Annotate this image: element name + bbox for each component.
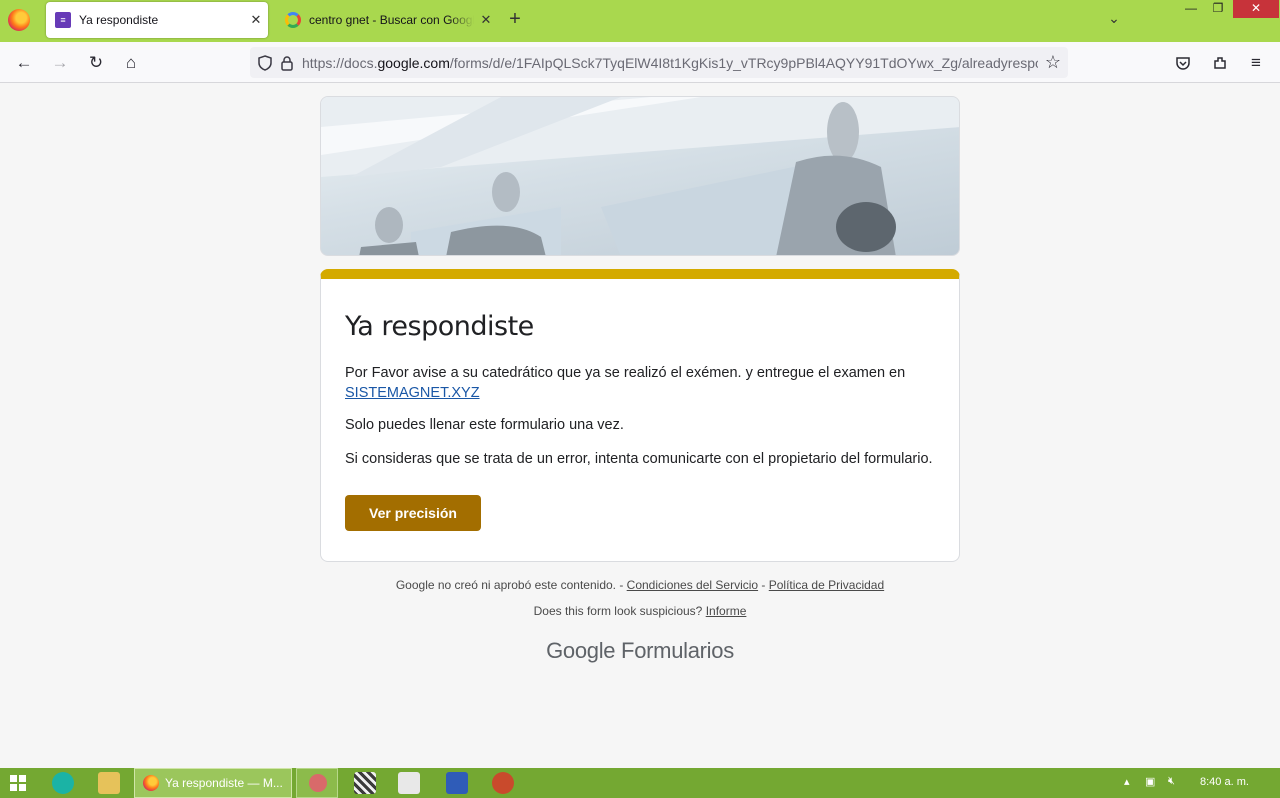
start-button-icon[interactable] (10, 775, 26, 791)
form-title: Ya respondiste (345, 311, 534, 342)
url-bar[interactable]: https://docs.google.com/forms/d/e/1FAIpQ… (250, 47, 1068, 78)
confirmation-message: Por Favor avise a su catedrático que ya … (345, 363, 945, 403)
app-globe-icon[interactable] (52, 772, 74, 794)
url-text[interactable]: https://docs.google.com/forms/d/e/1FAIpQ… (302, 55, 1038, 71)
taskbar-task-label: Ya respondiste — M... (165, 776, 283, 790)
error-contact-notice: Si consideras que se trata de un error, … (345, 451, 933, 467)
app-icon (309, 774, 327, 792)
tab-ya-respondiste[interactable]: ≡ Ya respondiste ✕ (46, 2, 268, 38)
privacy-policy-link[interactable]: Política de Privacidad (769, 578, 884, 592)
reload-icon[interactable]: ↻ (83, 50, 109, 76)
pen-app-icon[interactable] (492, 772, 514, 794)
google-wordmark: Google (546, 638, 616, 663)
sistemagnet-link[interactable]: SISTEMAGNET.XYZ (345, 385, 480, 401)
minimize-window-icon[interactable]: — (1180, 0, 1202, 18)
network-icon[interactable]: ▣ (1145, 775, 1155, 788)
settings-app-icon[interactable] (398, 772, 420, 794)
clock[interactable]: 8:40 a. m. (1200, 776, 1249, 788)
browser-tab-strip: ≡ Ya respondiste ✕ centro gnet - Buscar … (0, 0, 1280, 42)
once-only-notice: Solo puedes llenar este formulario una v… (345, 417, 624, 433)
close-tab-icon[interactable]: ✕ (244, 12, 268, 28)
file-explorer-icon[interactable] (98, 772, 120, 794)
footer-report: Does this form look suspicious? Informe (0, 604, 1280, 618)
navigation-bar: ← → ↻ ⌂ https://docs.google.com/forms/d/… (0, 42, 1280, 83)
response-card: Ya respondiste Por Favor avise a su cate… (320, 269, 960, 562)
tab-title: Ya respondiste (79, 13, 159, 27)
google-icon (285, 12, 301, 28)
chess-app-icon[interactable] (354, 772, 376, 794)
page-content: Ya respondiste Por Favor avise a su cate… (0, 84, 1280, 768)
forms-wordmark: Formularios (615, 638, 734, 663)
tab-centro-gnet[interactable]: centro gnet - Buscar con Google ✕ (276, 2, 498, 38)
new-tab-icon[interactable]: + (504, 8, 526, 32)
google-forms-icon: ≡ (55, 12, 71, 28)
form-header-image (320, 96, 960, 256)
close-window-icon[interactable]: ✕ (1233, 0, 1279, 18)
windows-taskbar: Ya respondiste — M... ▴ ▣ 🔇︎ 8:40 a. m. (0, 768, 1280, 798)
back-icon[interactable]: ← (11, 50, 37, 76)
footer-separator: - (758, 578, 769, 592)
report-link[interactable]: Informe (706, 604, 747, 618)
tracking-protection-shield-icon[interactable] (254, 52, 276, 74)
firefox-icon (143, 775, 159, 791)
home-icon[interactable]: ⌂ (118, 50, 144, 76)
url-path: /forms/d/e/1FAIpQLSck7TyqElW4I8t1KgKis1y… (449, 54, 1038, 71)
volume-muted-icon[interactable]: 🔇︎ (1168, 775, 1175, 788)
terms-of-service-link[interactable]: Condiciones del Servicio (627, 578, 758, 592)
pocket-icon[interactable] (1170, 50, 1196, 76)
menu-hamburger-icon[interactable]: ≡ (1243, 50, 1269, 76)
view-score-button[interactable]: Ver precisión (345, 495, 481, 531)
extensions-icon[interactable] (1207, 50, 1233, 76)
taskbar-firefox-window[interactable]: Ya respondiste — M... (134, 768, 292, 798)
disclaimer-text: Google no creó ni aprobó este contenido.… (395, 578, 627, 592)
firefox-icon[interactable] (8, 9, 30, 31)
taskbar-pinned-app[interactable] (296, 768, 338, 798)
url-prefix: https://docs. (302, 54, 378, 71)
close-tab-icon[interactable]: ✕ (474, 12, 498, 28)
url-domain: google.com (377, 54, 450, 71)
google-forms-logo[interactable]: Google Formularios (0, 638, 1280, 664)
bookmark-star-icon[interactable]: ☆ (1038, 52, 1068, 73)
monitor-app-icon[interactable] (446, 772, 468, 794)
restore-window-icon[interactable]: ❐ (1207, 0, 1229, 18)
forward-icon[interactable]: → (47, 50, 73, 76)
suspicious-text: Does this form look suspicious? (533, 604, 706, 618)
confirmation-text: Por Favor avise a su catedrático que ya … (345, 365, 906, 381)
tab-title: centro gnet - Buscar con Google (309, 13, 474, 27)
footer-disclaimer: Google no creó ni aprobó este contenido.… (0, 578, 1280, 592)
lock-icon[interactable] (276, 52, 298, 74)
tray-overflow-icon[interactable]: ▴ (1124, 775, 1130, 788)
list-all-tabs-icon[interactable]: ⌄ (1104, 10, 1124, 30)
